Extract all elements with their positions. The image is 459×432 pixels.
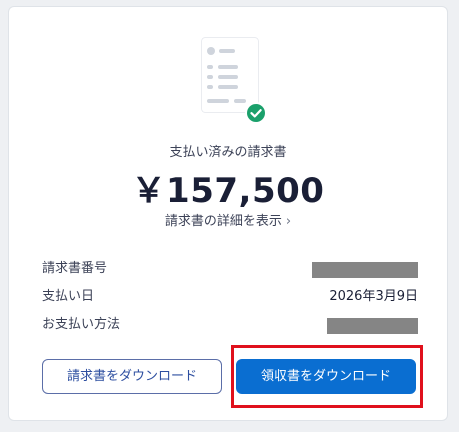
redacted-payment-method	[327, 318, 418, 334]
view-invoice-details-label: 請求書の詳細を表示	[164, 214, 282, 229]
highlight-box	[231, 345, 423, 408]
invoice-status-label: 支払い済みの請求書	[169, 145, 287, 160]
redacted-invoice-number	[312, 262, 418, 278]
chevron-right-icon: ›	[285, 214, 292, 229]
invoice-amount: ￥157,500	[131, 171, 325, 211]
detail-label-invoice-number: 請求書番号	[42, 261, 108, 276]
document-check-icon	[196, 37, 270, 127]
detail-row-payment-date: 支払い日 2026年3月9日	[42, 289, 418, 317]
detail-value-payment-date: 2026年3月9日	[329, 289, 418, 304]
invoice-details-list: 請求書番号 支払い日 2026年3月9日 お支払い方法	[42, 261, 418, 345]
view-invoice-details-link[interactable]: 請求書の詳細を表示 ›	[9, 210, 447, 229]
invoice-card: 支払い済みの請求書 ￥157,500 請求書の詳細を表示 › 請求書番号 支払い日…	[8, 6, 448, 421]
detail-row-invoice-number: 請求書番号	[42, 261, 418, 289]
download-invoice-button[interactable]: 請求書をダウンロード	[42, 359, 222, 394]
detail-label-payment-date: 支払い日	[42, 289, 95, 304]
detail-label-payment-method: お支払い方法	[42, 317, 121, 332]
detail-row-payment-method: お支払い方法	[42, 317, 418, 345]
